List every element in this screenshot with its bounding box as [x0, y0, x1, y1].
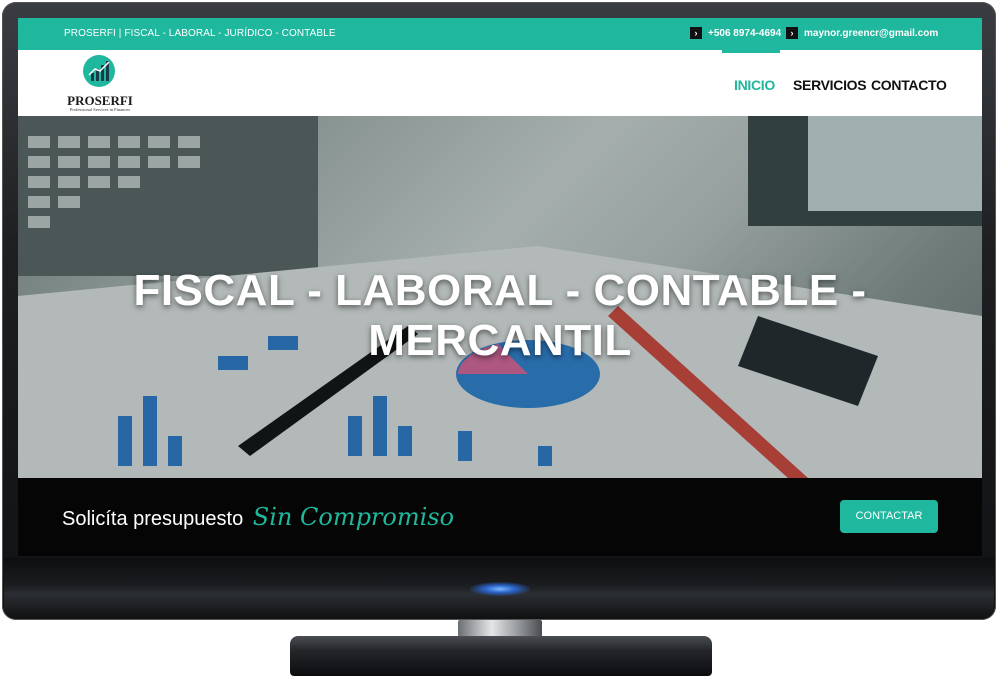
nav-item-inicio[interactable]: INICIO	[734, 77, 775, 93]
tv-screen: PROSERFI | FISCAL - LABORAL - JURÍDICO -…	[18, 18, 982, 556]
email-contact[interactable]: › maynor.greencr@gmail.com	[786, 27, 938, 39]
topbar-title: PROSERFI | FISCAL - LABORAL - JURÍDICO -…	[64, 28, 336, 39]
phone-contact[interactable]: › +506 8974-4694	[690, 27, 781, 39]
chevron-right-icon: ›	[690, 27, 702, 39]
hero-title: FISCAL - LABORAL - CONTABLE - MERCANTIL	[133, 266, 867, 365]
nav-item-servicios[interactable]: SERVICIOS	[793, 77, 867, 93]
hero-banner: FISCAL - LABORAL - CONTABLE - MERCANTIL	[18, 116, 982, 478]
cta-accent: Sin Compromiso	[252, 503, 455, 531]
phone-number: +506 8974-4694	[708, 27, 782, 39]
logo-tagline: Professional Services in Finances	[69, 107, 131, 112]
cta-label: Solicíta presupuesto	[62, 508, 244, 530]
growth-chart-icon	[83, 55, 115, 87]
logo[interactable]: PROSERFI Professional Services in Financ…	[64, 53, 136, 115]
power-light-icon	[470, 582, 530, 596]
email-address: maynor.greencr@gmail.com	[804, 27, 939, 39]
nav-active-indicator	[722, 50, 780, 53]
nav-item-contacto[interactable]: CONTACTO	[871, 77, 947, 93]
main-navbar: PROSERFI Professional Services in Financ…	[18, 50, 982, 116]
cta-bar: Solicíta presupuesto Sin Compromiso CONT…	[18, 478, 982, 556]
contactar-button[interactable]: CONTACTAR	[840, 500, 938, 533]
tv-stand-base	[290, 636, 712, 676]
chevron-right-icon: ›	[786, 27, 798, 39]
cta-text: Solicíta presupuesto Sin Compromiso	[62, 503, 454, 531]
top-bar: PROSERFI | FISCAL - LABORAL - JURÍDICO -…	[18, 18, 982, 50]
